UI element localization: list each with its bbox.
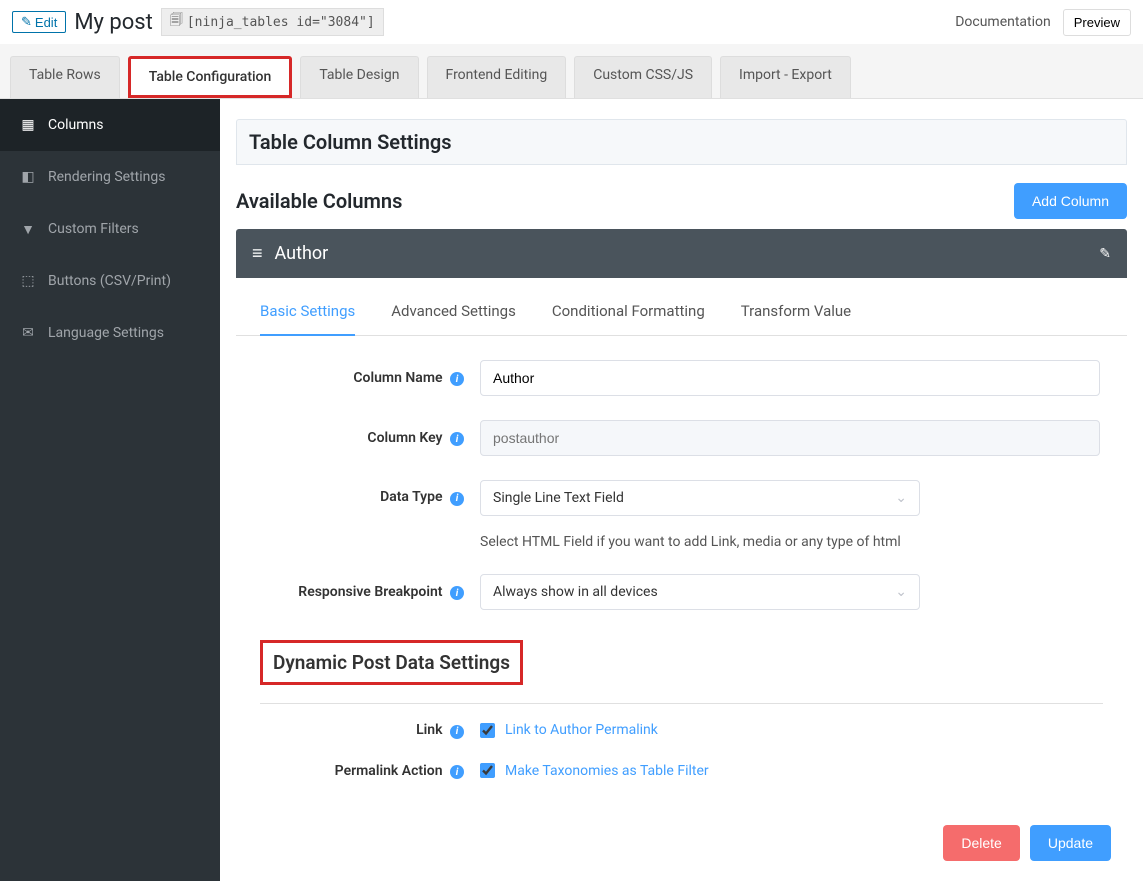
column-inner-tabs: Basic Settings Advanced Settings Conditi… xyxy=(236,278,1127,336)
label-data-type: Data Type i xyxy=(260,480,480,506)
permalink-checkbox-label: Make Taxonomies as Table Filter xyxy=(505,763,709,779)
footer-buttons: Delete Update xyxy=(236,813,1127,861)
content-area: Table Column Settings Available Columns … xyxy=(220,99,1143,881)
label-text: Link xyxy=(416,722,442,738)
form-body: Column Name i Column Key i Data Type xyxy=(236,336,1127,813)
label-link: Link i xyxy=(260,722,480,739)
update-button[interactable]: Update xyxy=(1030,825,1111,861)
buttons-icon: ⬚ xyxy=(20,273,36,289)
sidebar-label: Columns xyxy=(48,117,103,133)
documentation-link[interactable]: Documentation xyxy=(955,14,1051,30)
tab-import-export[interactable]: Import - Export xyxy=(720,56,851,98)
select-value: Single Line Text Field xyxy=(493,490,624,506)
sidebar-label: Custom Filters xyxy=(48,221,139,237)
sidebar-item-filters[interactable]: ▼ Custom Filters xyxy=(0,203,220,255)
column-header-title: Author xyxy=(275,243,1088,264)
info-icon[interactable]: i xyxy=(450,372,464,386)
label-permalink: Permalink Action i xyxy=(260,763,480,780)
tab-table-design[interactable]: Table Design xyxy=(300,56,418,98)
divider xyxy=(260,703,1103,704)
main-area: ▦ Columns ◧ Rendering Settings ▼ Custom … xyxy=(0,99,1143,881)
tab-custom-css-js[interactable]: Custom CSS/JS xyxy=(574,56,712,98)
label-column-name: Column Name i xyxy=(260,370,480,387)
inner-tab-transform[interactable]: Transform Value xyxy=(741,302,851,335)
column-key-input xyxy=(480,420,1100,456)
label-text: Column Name xyxy=(353,370,442,386)
shortcode-text: [ninja_tables id="3084"] xyxy=(187,15,375,30)
sidebar-label: Buttons (CSV/Print) xyxy=(48,273,171,289)
sidebar-item-rendering[interactable]: ◧ Rendering Settings xyxy=(0,151,220,203)
shortcode-box[interactable]: 🗐 [ninja_tables id="3084"] xyxy=(161,8,384,36)
dynamic-section: Dynamic Post Data Settings Link i Link t… xyxy=(260,634,1103,779)
column-header-bar[interactable]: ≡ Author ✎ xyxy=(236,229,1127,278)
row-column-name: Column Name i xyxy=(260,360,1103,396)
row-permalink: Permalink Action i Make Taxonomies as Ta… xyxy=(260,763,1103,780)
label-text: Responsive Breakpoint xyxy=(298,584,442,600)
info-icon[interactable]: i xyxy=(450,725,464,739)
row-column-key: Column Key i xyxy=(260,420,1103,456)
dynamic-heading: Dynamic Post Data Settings xyxy=(260,640,523,685)
sidebar-item-language[interactable]: ✉ Language Settings xyxy=(0,307,220,359)
info-icon[interactable]: i xyxy=(450,765,464,779)
inner-tab-basic[interactable]: Basic Settings xyxy=(260,302,355,336)
pencil-icon: ✎ xyxy=(21,14,32,30)
data-type-hint: Select HTML Field if you want to add Lin… xyxy=(480,534,1103,550)
row-data-type: Data Type i Single Line Text Field ⌄ Sel… xyxy=(260,480,1103,550)
copy-icon: 🗐 xyxy=(170,11,183,33)
info-icon[interactable]: i xyxy=(450,432,464,446)
permalink-checkbox[interactable] xyxy=(480,763,495,778)
breakpoint-select[interactable]: Always show in all devices ⌄ xyxy=(480,574,920,610)
chevron-down-icon: ⌄ xyxy=(895,490,907,506)
rendering-icon: ◧ xyxy=(20,169,36,185)
drag-handle-icon[interactable]: ≡ xyxy=(252,243,263,264)
available-columns-row: Available Columns Add Column xyxy=(236,183,1127,219)
table-icon: ▦ xyxy=(20,117,36,133)
filter-icon: ▼ xyxy=(20,221,36,237)
label-text: Data Type xyxy=(380,489,442,505)
permalink-checkbox-wrap[interactable]: Make Taxonomies as Table Filter xyxy=(480,763,1103,779)
topbar-right: Documentation Preview xyxy=(955,9,1131,36)
select-value: Always show in all devices xyxy=(493,584,658,600)
tab-frontend-editing[interactable]: Frontend Editing xyxy=(427,56,567,98)
topbar: ✎ Edit My post 🗐 [ninja_tables id="3084"… xyxy=(0,0,1143,44)
label-column-key: Column Key i xyxy=(260,430,480,447)
row-breakpoint: Responsive Breakpoint i Always show in a… xyxy=(260,574,1103,610)
tab-table-configuration[interactable]: Table Configuration xyxy=(128,56,293,98)
preview-button[interactable]: Preview xyxy=(1063,9,1131,36)
section-heading: Table Column Settings xyxy=(236,119,1127,165)
available-columns-title: Available Columns xyxy=(236,189,402,213)
edit-column-icon[interactable]: ✎ xyxy=(1099,246,1111,262)
language-icon: ✉ xyxy=(20,325,36,341)
link-checkbox[interactable] xyxy=(480,723,495,738)
sidebar-item-buttons[interactable]: ⬚ Buttons (CSV/Print) xyxy=(0,255,220,307)
page-title: My post xyxy=(74,10,153,35)
edit-button[interactable]: ✎ Edit xyxy=(12,11,66,33)
info-icon[interactable]: i xyxy=(450,492,464,506)
label-text: Column Key xyxy=(367,430,442,446)
link-checkbox-label: Link to Author Permalink xyxy=(505,722,658,738)
inner-tab-advanced[interactable]: Advanced Settings xyxy=(391,302,516,335)
main-tabs: Table Rows Table Configuration Table Des… xyxy=(0,44,1143,99)
sidebar-item-columns[interactable]: ▦ Columns xyxy=(0,99,220,151)
link-checkbox-wrap[interactable]: Link to Author Permalink xyxy=(480,722,1103,738)
column-name-input[interactable] xyxy=(480,360,1100,396)
inner-tab-conditional[interactable]: Conditional Formatting xyxy=(552,302,705,335)
data-type-select[interactable]: Single Line Text Field ⌄ xyxy=(480,480,920,516)
sidebar-label: Rendering Settings xyxy=(48,169,165,185)
edit-label: Edit xyxy=(35,15,57,30)
delete-button[interactable]: Delete xyxy=(943,825,1019,861)
add-column-button[interactable]: Add Column xyxy=(1014,183,1127,219)
sidebar-label: Language Settings xyxy=(48,325,164,341)
tab-table-rows[interactable]: Table Rows xyxy=(10,56,120,98)
label-breakpoint: Responsive Breakpoint i xyxy=(260,584,480,601)
info-icon[interactable]: i xyxy=(450,586,464,600)
row-link: Link i Link to Author Permalink xyxy=(260,722,1103,739)
chevron-down-icon: ⌄ xyxy=(895,584,907,600)
label-text: Permalink Action xyxy=(335,763,443,779)
sidebar: ▦ Columns ◧ Rendering Settings ▼ Custom … xyxy=(0,99,220,881)
